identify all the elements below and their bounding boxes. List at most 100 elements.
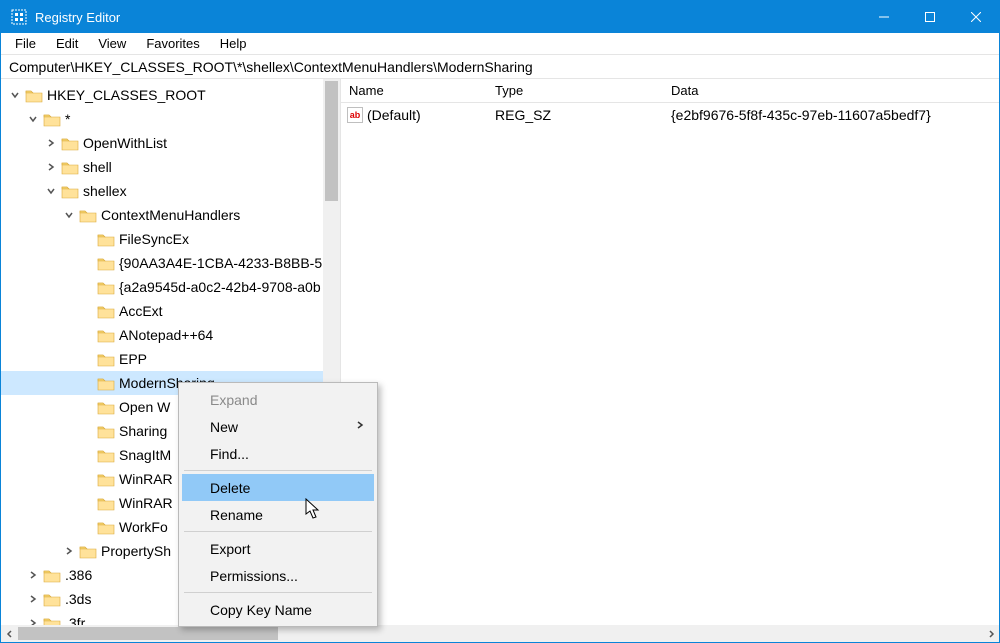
menu-file[interactable]: File	[5, 34, 46, 53]
tree-node-label: Open W	[119, 399, 170, 415]
expander-icon[interactable]	[25, 591, 41, 607]
expander-icon[interactable]	[61, 207, 77, 223]
tree-node-label: HKEY_CLASSES_ROOT	[47, 87, 206, 103]
tree-node-label: .3fr	[65, 615, 85, 625]
menu-help[interactable]: Help	[210, 34, 257, 53]
titlebar[interactable]: Registry Editor	[1, 1, 999, 33]
value-type: REG_SZ	[487, 107, 663, 123]
expander-icon	[79, 279, 95, 295]
folder-icon	[97, 352, 115, 367]
tree-node-label: *	[65, 111, 70, 127]
expander-icon[interactable]	[25, 111, 41, 127]
tree-hkcr[interactable]: HKEY_CLASSES_ROOT	[1, 83, 340, 107]
context-menu-separator	[184, 470, 372, 471]
folder-icon	[61, 136, 79, 151]
tree-openwithlist[interactable]: OpenWithList	[1, 131, 340, 155]
values-list[interactable]: ab(Default) REG_SZ{e2bf9676-5f8f-435c-97e…	[341, 103, 999, 127]
tree-accext[interactable]: AccExt	[1, 299, 340, 323]
tree-node-label: WorkFo	[119, 519, 168, 535]
tree-guid1[interactable]: {90AA3A4E-1CBA-4233-B8BB-5	[1, 251, 340, 275]
cm-rename[interactable]: Rename	[182, 501, 374, 528]
folder-icon	[97, 496, 115, 511]
minimize-button[interactable]	[861, 1, 907, 33]
tree-node-label: SnagItM	[119, 447, 171, 463]
tree-node-label: OpenWithList	[83, 135, 167, 151]
expander-icon	[79, 471, 95, 487]
maximize-button[interactable]	[907, 1, 953, 33]
scroll-right-arrow[interactable]	[982, 625, 999, 642]
context-menu-label: Permissions...	[210, 568, 298, 584]
folder-icon	[97, 424, 115, 439]
cm-find[interactable]: Find...	[182, 440, 374, 467]
scroll-thumb[interactable]	[18, 627, 278, 640]
tree-guid2[interactable]: {a2a9545d-a0c2-42b4-9708-a0b	[1, 275, 340, 299]
expander-icon[interactable]	[25, 567, 41, 583]
regedit-icon	[11, 9, 27, 25]
expander-icon	[79, 351, 95, 367]
tree-contextmenuhandlers[interactable]: ContextMenuHandlers	[1, 203, 340, 227]
cm-expand: Expand	[182, 386, 374, 413]
close-button[interactable]	[953, 1, 999, 33]
context-menu-separator	[184, 531, 372, 532]
string-value-icon: ab	[347, 107, 363, 123]
cm-delete[interactable]: Delete	[182, 474, 374, 501]
expander-icon[interactable]	[43, 183, 59, 199]
tree-shellex[interactable]: shellex	[1, 179, 340, 203]
context-menu-label: Find...	[210, 446, 249, 462]
values-panel: Name Type Data ab(Default) REG_SZ{e2bf967…	[341, 79, 999, 625]
col-name[interactable]: Name	[341, 83, 487, 98]
tree-anotepad[interactable]: ANotepad++64	[1, 323, 340, 347]
tree-node-label: {90AA3A4E-1CBA-4233-B8BB-5	[119, 255, 322, 271]
menu-view[interactable]: View	[88, 34, 136, 53]
folder-icon	[43, 592, 61, 607]
tree-node-label: .3ds	[65, 591, 91, 607]
col-type[interactable]: Type	[487, 83, 663, 98]
tree-epp[interactable]: EPP	[1, 347, 340, 371]
expander-icon[interactable]	[7, 87, 23, 103]
scroll-left-arrow[interactable]	[1, 625, 18, 642]
folder-icon	[79, 208, 97, 223]
folder-icon	[79, 544, 97, 559]
tree-node-label: ANotepad++64	[119, 327, 213, 343]
menu-edit[interactable]: Edit	[46, 34, 88, 53]
expander-icon[interactable]	[43, 135, 59, 151]
expander-icon[interactable]	[25, 615, 41, 625]
scroll-track[interactable]	[18, 625, 982, 642]
expander-icon	[79, 399, 95, 415]
tree-node-label: EPP	[119, 351, 147, 367]
cm-new[interactable]: New	[182, 413, 374, 440]
expander-icon	[79, 231, 95, 247]
chevron-right-icon	[356, 420, 364, 433]
tree-scrollbar-thumb[interactable]	[325, 81, 338, 201]
expander-icon	[79, 447, 95, 463]
expander-icon[interactable]	[43, 159, 59, 175]
folder-icon	[97, 520, 115, 535]
expander-icon[interactable]	[61, 543, 77, 559]
folder-icon	[97, 376, 115, 391]
context-menu-label: Expand	[210, 392, 257, 408]
tree-node-label: {a2a9545d-a0c2-42b4-9708-a0b	[119, 279, 321, 295]
tree-filesyncex[interactable]: FileSyncEx	[1, 227, 340, 251]
cm-permissions[interactable]: Permissions...	[182, 562, 374, 589]
tree-shell[interactable]: shell	[1, 155, 340, 179]
cm-copykeyname[interactable]: Copy Key Name	[182, 596, 374, 623]
tree-node-label: ContextMenuHandlers	[101, 207, 240, 223]
address-bar[interactable]: Computer\HKEY_CLASSES_ROOT\*\shellex\Con…	[1, 55, 999, 79]
context-menu[interactable]: Expand New Find... Delete Rename Export Permis…	[178, 382, 378, 627]
expander-icon	[79, 519, 95, 535]
value-row[interactable]: ab(Default) REG_SZ{e2bf9676-5f8f-435c-97e…	[341, 103, 999, 127]
col-data[interactable]: Data	[663, 83, 999, 98]
horizontal-scrollbar[interactable]	[1, 625, 999, 642]
menu-favorites[interactable]: Favorites	[136, 34, 209, 53]
value-data: {e2bf9676-5f8f-435c-97eb-11607a5bedf7}	[663, 107, 999, 123]
tree-star[interactable]: *	[1, 107, 340, 131]
column-headers[interactable]: Name Type Data	[341, 79, 999, 103]
value-name: (Default)	[367, 107, 421, 123]
tree-node-label: Sharing	[119, 423, 167, 439]
expander-icon	[79, 255, 95, 271]
body: HKEY_CLASSES_ROOT * OpenWithList shellshell…	[1, 79, 999, 625]
cm-export[interactable]: Export	[182, 535, 374, 562]
context-menu-label: Delete	[210, 480, 250, 496]
folder-icon	[97, 256, 115, 271]
registry-editor-window: Registry Editor File Edit View Favorites…	[0, 0, 1000, 643]
